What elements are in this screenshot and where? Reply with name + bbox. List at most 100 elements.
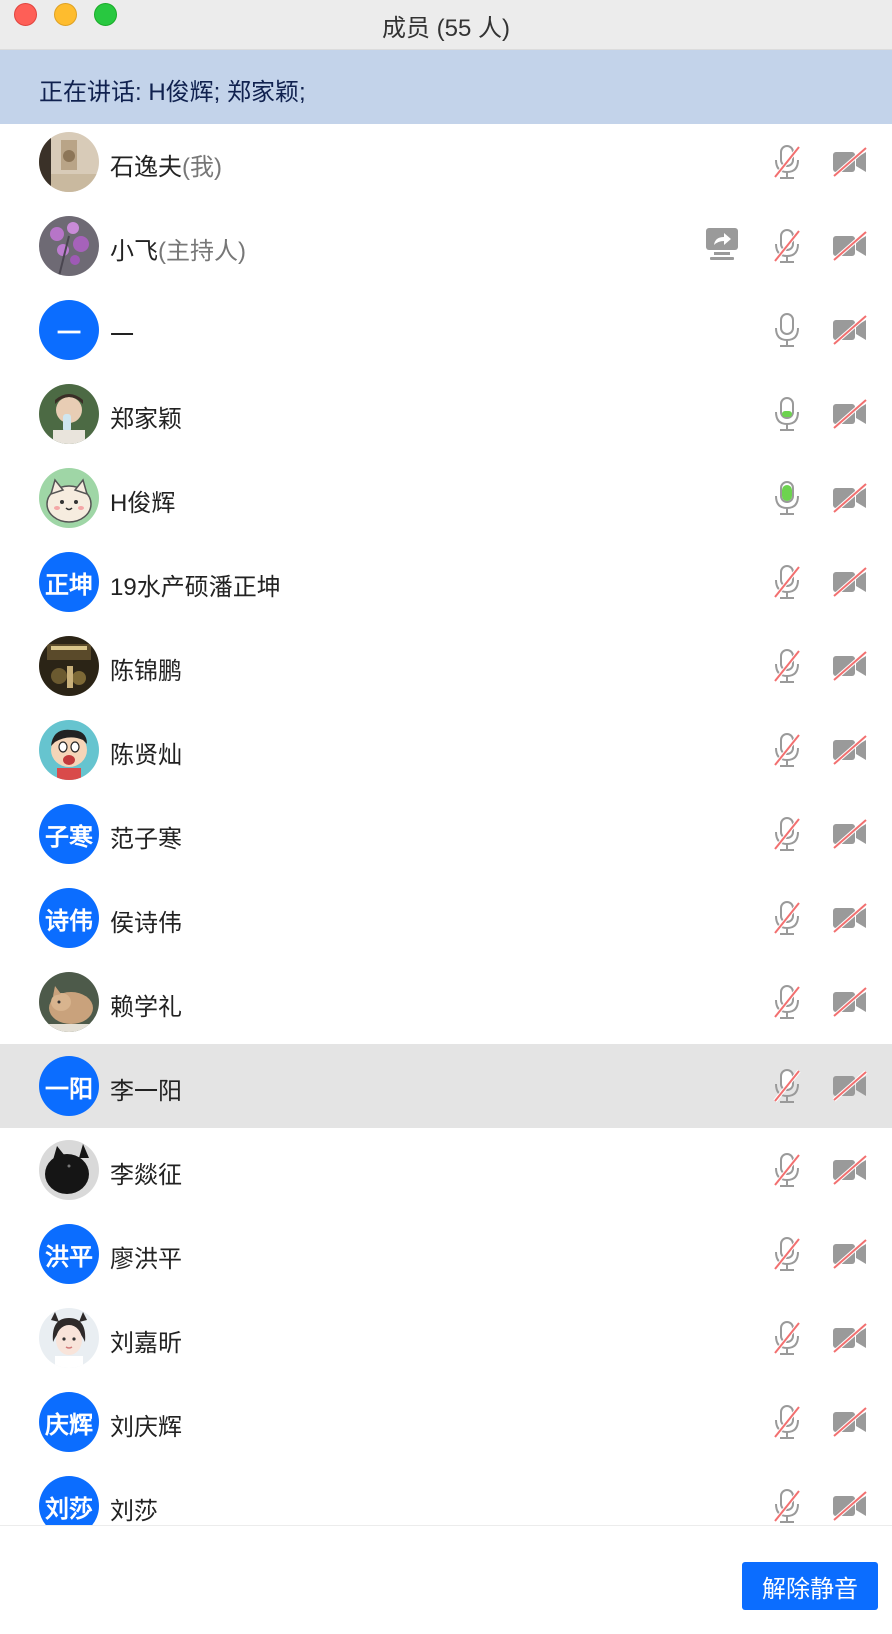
member-name-text: 李一阳 [110,1078,182,1105]
camera-off-icon[interactable] [832,1070,868,1102]
member-name: 郑家颖 [110,399,182,434]
member-name: 李燚征 [110,1155,182,1190]
member-row[interactable]: 正坤 19水产硕潘正坤 [0,540,892,624]
camera-off-icon[interactable] [832,1238,868,1270]
member-row[interactable]: 一一 [0,288,892,372]
mic-muted-icon[interactable] [770,564,804,600]
mic-muted-icon[interactable] [770,816,804,852]
photo-avatar-cat-icon [39,972,99,1032]
mic-muted-icon[interactable] [770,144,804,180]
member-row[interactable]: 诗伟 侯诗伟 [0,876,892,960]
title-bar: 成员 (55 人) [0,0,892,50]
avatar: 诗伟 [39,888,99,948]
member-row[interactable]: 子寒 范子寒 [0,792,892,876]
member-name: 刘嘉昕 [110,1323,182,1358]
mic-muted-icon[interactable] [770,648,804,684]
avatar: 庆辉 [39,1392,99,1452]
microphone-icon[interactable] [770,396,804,432]
camera-off-icon[interactable] [832,1322,868,1354]
mic-muted-icon[interactable] [770,984,804,1020]
member-name: 范子寒 [110,819,182,854]
avatar [39,132,99,192]
mic-muted-icon[interactable] [770,1320,804,1356]
screen-share-icon[interactable] [704,226,740,262]
avatar: 刘莎 [39,1476,99,1525]
member-name: 赖学礼 [110,987,182,1022]
mic-muted-icon[interactable] [770,1488,804,1524]
member-list[interactable]: 石逸夫(我) 小飞(主持人) 一一郑家颖 H俊辉正坤 19水产硕潘正坤陈锦鹏陈贤灿子寒范… [0,124,892,1525]
member-name-text: H俊辉 [110,490,176,517]
member-name: 廖洪平 [110,1239,182,1274]
member-row[interactable]: 小飞(主持人) [0,204,892,288]
mic-muted-icon[interactable] [770,1236,804,1272]
window-title: 成员 (55 人) [381,15,510,42]
mic-muted-icon[interactable] [770,228,804,264]
member-name-text: 一 [110,322,134,349]
camera-off-icon[interactable] [832,482,868,514]
member-name-text: 小飞 [110,238,158,265]
member-row[interactable]: 一阳 李一阳 [0,1044,892,1128]
camera-off-icon[interactable] [832,146,868,178]
avatar [39,468,99,528]
camera-off-icon[interactable] [832,650,868,682]
camera-off-icon[interactable] [832,818,868,850]
photo-avatar-cartoon-boy-icon [39,720,99,780]
member-name-text: 陈锦鹏 [110,658,182,685]
photo-avatar-black-cat-icon [39,1140,99,1200]
camera-off-icon[interactable] [832,1406,868,1438]
member-name-text: 侯诗伟 [110,910,182,937]
member-name: 刘庆辉 [110,1407,182,1442]
member-row[interactable]: 庆辉 刘庆辉 [0,1380,892,1464]
unmute-button[interactable]: 解除静音 [742,1562,878,1610]
microphone-icon[interactable] [770,480,804,516]
member-name-text: 石逸夫 [110,154,182,181]
camera-off-icon[interactable] [832,398,868,430]
photo-avatar-cartoon-cat-icon [39,468,99,528]
mic-muted-icon[interactable] [770,900,804,936]
camera-off-icon[interactable] [832,902,868,934]
member-row[interactable]: H俊辉 [0,456,892,540]
camera-off-icon[interactable] [832,986,868,1018]
member-name: 李一阳 [110,1071,182,1106]
mic-muted-icon[interactable] [770,1152,804,1188]
member-name: 刘莎 [110,1491,158,1525]
mic-muted-icon[interactable] [770,732,804,768]
camera-off-icon[interactable] [832,230,868,262]
camera-off-icon[interactable] [832,314,868,346]
speaking-banner: 正在讲话: H俊辉; 郑家颖; [0,50,892,124]
avatar: 一 [39,300,99,360]
member-row[interactable]: 陈贤灿 [0,708,892,792]
member-row[interactable]: 洪平 廖洪平 [0,1212,892,1296]
member-row[interactable]: 石逸夫(我) [0,124,892,204]
member-row[interactable]: 赖学礼 [0,960,892,1044]
member-name-text: 刘莎 [110,1498,158,1525]
avatar [39,1308,99,1368]
member-row[interactable]: 郑家颖 [0,372,892,456]
member-name: 侯诗伟 [110,903,182,938]
member-role-tag: (主持人) [158,238,246,265]
member-name-text: 刘嘉昕 [110,1330,182,1357]
mic-muted-icon[interactable] [770,1068,804,1104]
photo-avatar-girl-icon [39,1308,99,1368]
member-name-text: 廖洪平 [110,1246,182,1273]
member-name-text: 范子寒 [110,826,182,853]
member-name: 小飞(主持人) [110,231,246,266]
mic-muted-icon[interactable] [770,1404,804,1440]
member-row[interactable]: 刘嘉昕 [0,1296,892,1380]
camera-off-icon[interactable] [832,566,868,598]
member-row[interactable]: 李燚征 [0,1128,892,1212]
member-row[interactable]: 刘莎 刘莎 [0,1464,892,1525]
member-name: 陈锦鹏 [110,651,182,686]
speaking-text: 正在讲话: H俊辉; 郑家颖; [39,79,306,106]
camera-off-icon[interactable] [832,1154,868,1186]
photo-avatar-sand-icon [39,132,99,192]
microphone-icon[interactable] [770,312,804,348]
camera-off-icon[interactable] [832,734,868,766]
member-row[interactable]: 陈锦鹏 [0,624,892,708]
avatar [39,720,99,780]
camera-off-icon[interactable] [832,1490,868,1522]
avatar: 子寒 [39,804,99,864]
member-name-text: 陈贤灿 [110,742,182,769]
avatar: 正坤 [39,552,99,612]
member-name: 石逸夫(我) [110,147,222,182]
